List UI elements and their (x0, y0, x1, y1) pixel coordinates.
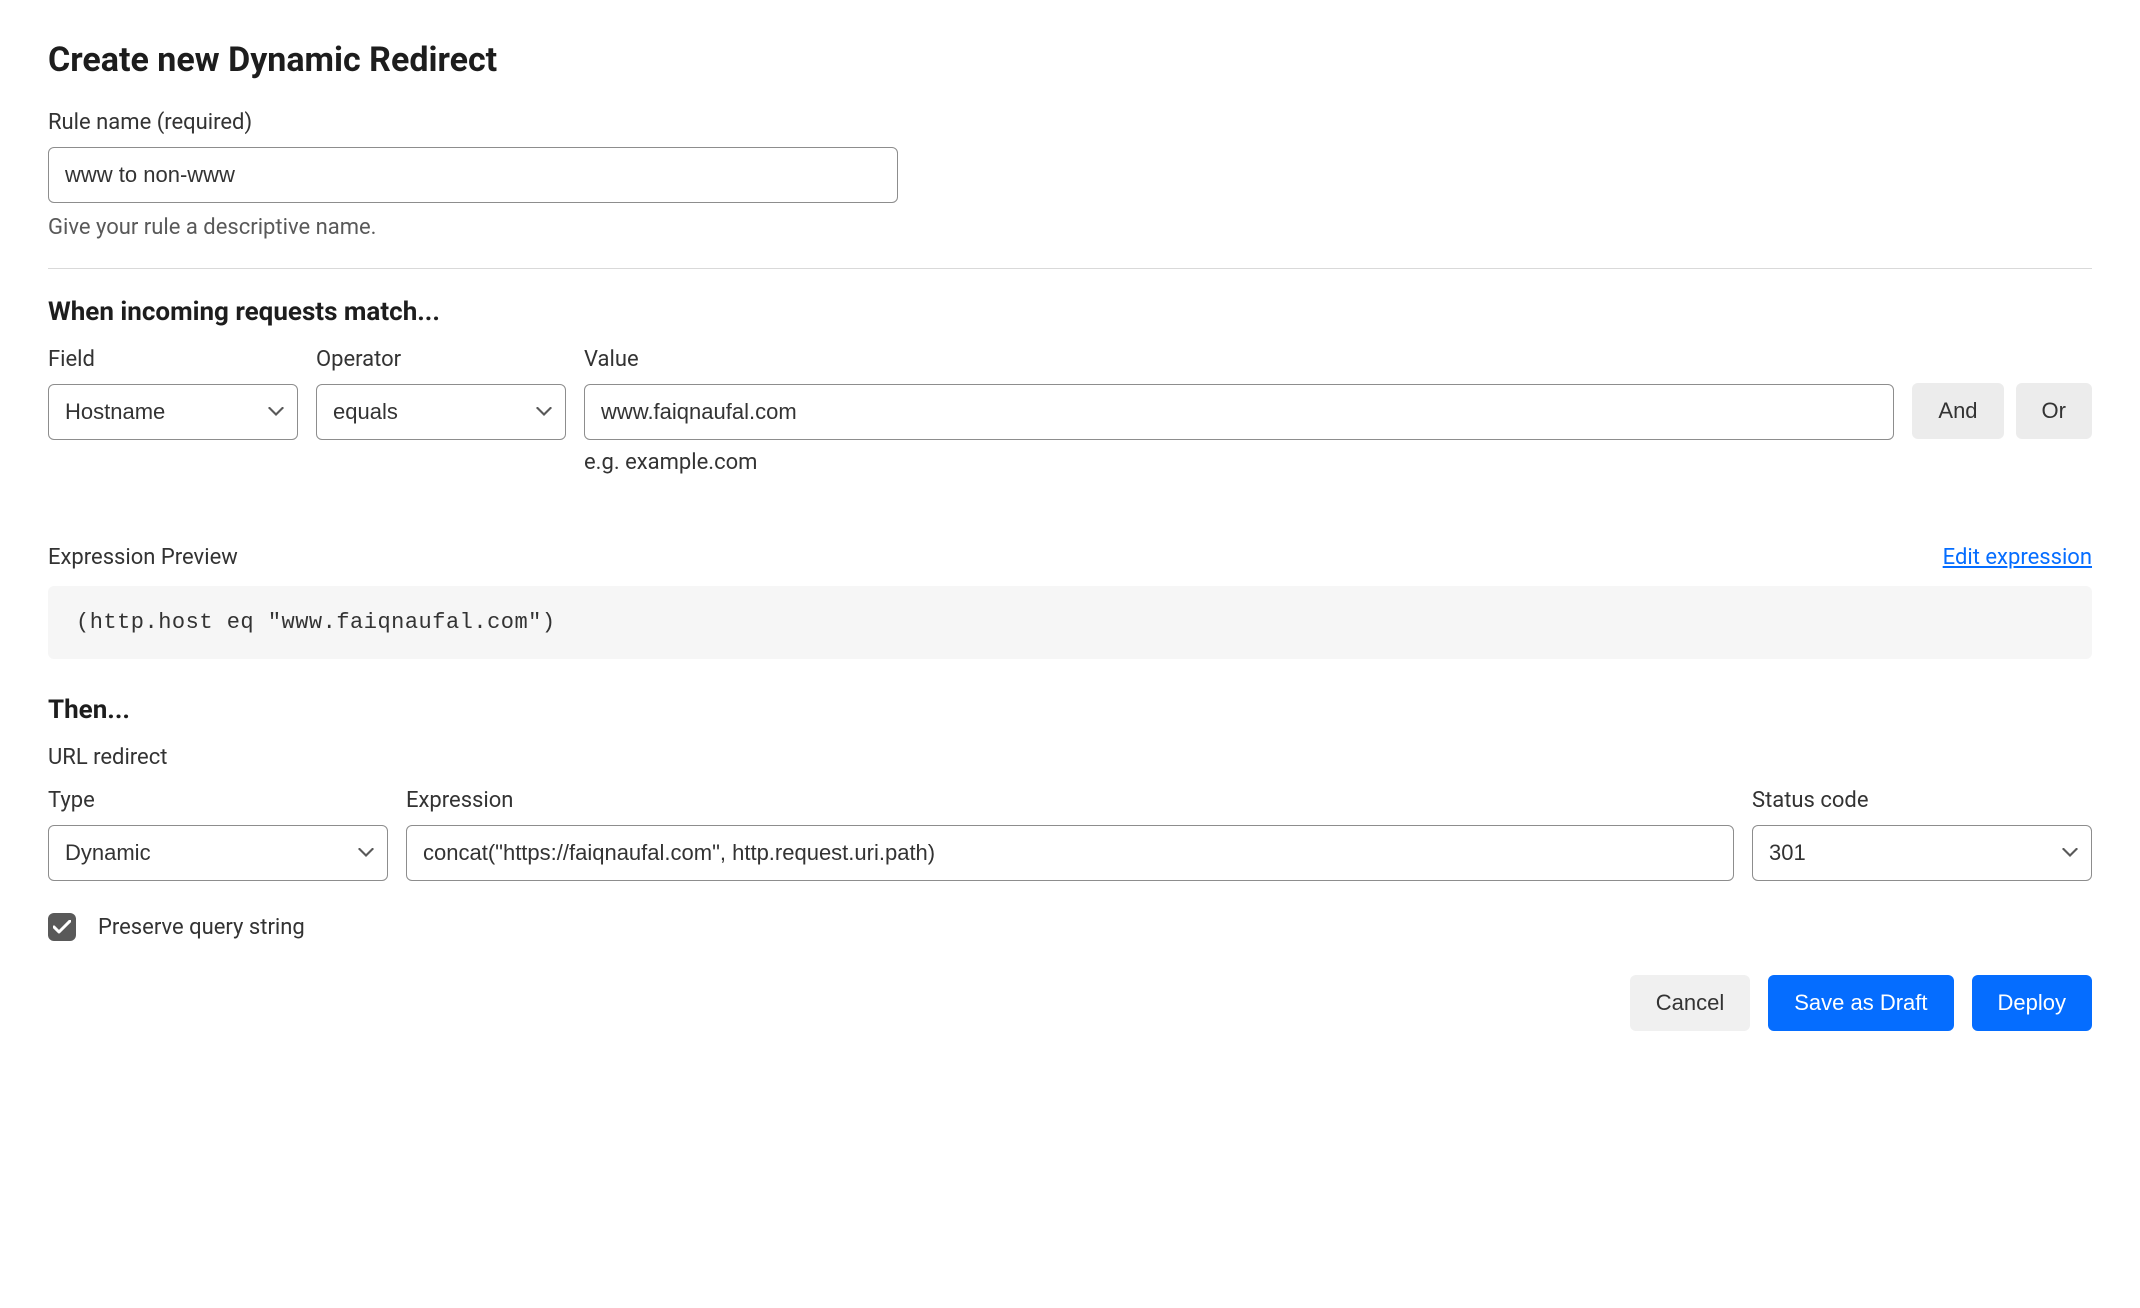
cancel-button[interactable]: Cancel (1630, 975, 1750, 1031)
value-hint: e.g. example.com (584, 450, 1894, 475)
match-row: Field Hostname Operator equals Value e.g… (48, 347, 2092, 475)
status-label: Status code (1752, 788, 2092, 813)
save-as-draft-button[interactable]: Save as Draft (1768, 975, 1953, 1031)
field-select[interactable]: Hostname (48, 384, 298, 440)
operator-select[interactable]: equals (316, 384, 566, 440)
deploy-button[interactable]: Deploy (1972, 975, 2092, 1031)
match-heading: When incoming requests match... (48, 297, 2092, 327)
rule-name-input[interactable] (48, 147, 898, 203)
rule-name-group: Rule name (required) Give your rule a de… (48, 110, 2092, 240)
field-label: Field (48, 347, 298, 372)
expression-input[interactable] (406, 825, 1734, 881)
page-title: Create new Dynamic Redirect (48, 40, 2092, 80)
then-subheading: URL redirect (48, 745, 2092, 770)
rule-name-label: Rule name (required) (48, 110, 2092, 135)
status-select[interactable]: 301 (1752, 825, 2092, 881)
then-row: Type Dynamic Expression Status code 301 (48, 788, 2092, 881)
value-input[interactable] (584, 384, 1894, 440)
check-icon (53, 920, 71, 934)
divider (48, 268, 2092, 269)
preserve-query-label: Preserve query string (98, 915, 305, 940)
rule-name-helper: Give your rule a descriptive name. (48, 215, 2092, 240)
preserve-query-checkbox[interactable] (48, 913, 76, 941)
type-label: Type (48, 788, 388, 813)
value-label: Value (584, 347, 1894, 372)
expression-preview: (http.host eq "www.faiqnaufal.com") (48, 586, 2092, 659)
expression-label: Expression (406, 788, 1734, 813)
operator-label: Operator (316, 347, 566, 372)
expression-preview-label: Expression Preview (48, 545, 238, 570)
footer-buttons: Cancel Save as Draft Deploy (48, 975, 2092, 1031)
then-heading: Then... (48, 695, 2092, 725)
preserve-query-row: Preserve query string (48, 913, 2092, 941)
type-select[interactable]: Dynamic (48, 825, 388, 881)
or-button[interactable]: Or (2016, 383, 2092, 439)
and-button[interactable]: And (1912, 383, 2003, 439)
edit-expression-link[interactable]: Edit expression (1943, 545, 2092, 570)
preview-header: Expression Preview Edit expression (48, 545, 2092, 570)
